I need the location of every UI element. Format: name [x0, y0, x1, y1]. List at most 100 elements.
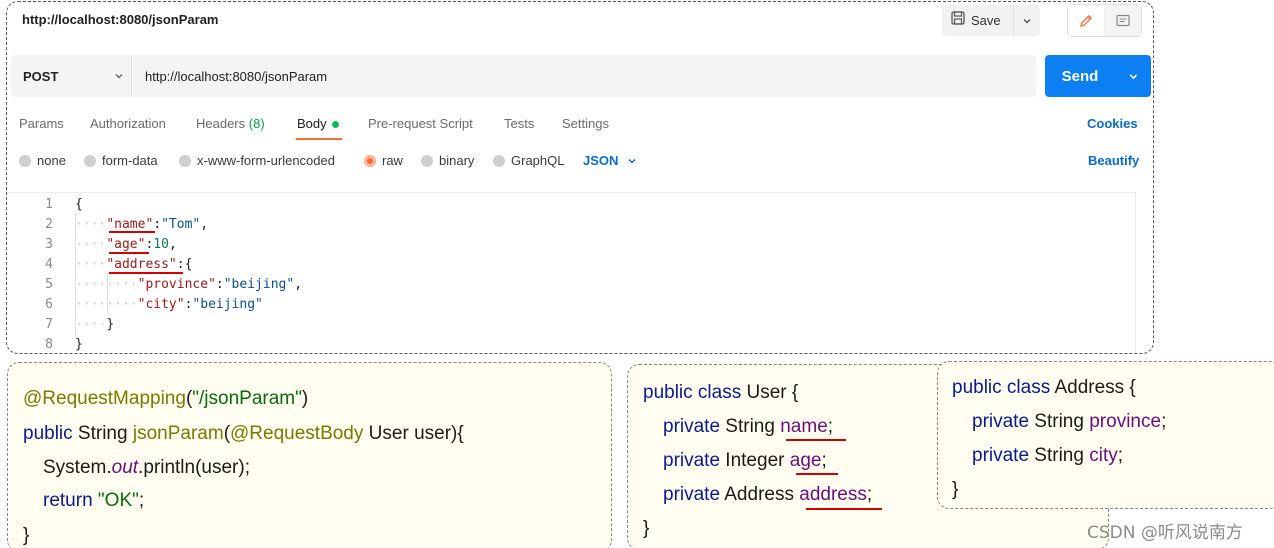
request-body-annotation: @RequestBody — [230, 423, 364, 444]
println-call: .println(user); — [138, 457, 250, 478]
headers-count-badge: (8) — [248, 116, 265, 131]
line-number: 4 — [45, 257, 53, 272]
class-name: Address { — [1050, 377, 1136, 398]
code-line[interactable]: 6 ········"city":"beijing" — [7, 295, 1135, 315]
save-options-chevron-down-icon[interactable] — [1014, 16, 1040, 26]
json-string: "Tom" — [161, 217, 201, 232]
whitespace-dots: ···· — [75, 257, 107, 272]
url-input[interactable] — [133, 55, 1036, 97]
format-chevron-down-icon — [627, 156, 637, 166]
line-number: 2 — [45, 217, 53, 232]
semicolon: ; — [821, 450, 827, 471]
field-type: String — [1029, 445, 1090, 466]
body-type-urlencoded[interactable]: x-www-form-urlencoded — [179, 153, 335, 168]
line-code: ····} — [75, 315, 114, 335]
address-field-province: private String province; — [972, 410, 1166, 434]
paren: ) — [301, 388, 309, 409]
line-number: 5 — [45, 277, 53, 292]
json-number: 10 — [153, 237, 169, 252]
json-key: "age" — [106, 237, 146, 252]
json-key: "city" — [137, 297, 185, 312]
tab-tests[interactable]: Tests — [504, 116, 534, 131]
method-select[interactable]: POST — [11, 55, 132, 97]
send-options-chevron-down-icon[interactable] — [1115, 71, 1151, 82]
code-line[interactable]: 2 ····"name":"Tom", — [7, 215, 1135, 235]
tab-settings[interactable]: Settings — [562, 116, 609, 131]
body-type-raw[interactable]: raw — [364, 153, 403, 168]
request-title: http://localhost:8080/jsonParam — [22, 12, 219, 27]
highlight-underline-name-field — [786, 439, 846, 441]
code-line[interactable]: 1{ — [7, 195, 1135, 215]
user-field-name: private String name; — [663, 415, 833, 439]
punctuation: } — [75, 337, 83, 352]
editor-scrollbar[interactable] — [1135, 192, 1153, 353]
line-number: 1 — [45, 197, 53, 212]
body-type-binary-label: binary — [439, 153, 475, 168]
body-type-none[interactable]: none — [19, 153, 66, 168]
keyword: public class — [643, 382, 742, 403]
field-type: String — [720, 416, 781, 437]
address-class-panel: public class Address { private String pr… — [937, 361, 1274, 509]
radio-off-icon — [179, 154, 191, 167]
param-list: User user){ — [363, 423, 464, 444]
keyword: private — [663, 416, 721, 437]
field-type: Integer — [720, 450, 790, 471]
code-line[interactable]: 5 ········"province":"beijing", — [7, 275, 1135, 295]
keyword: private — [972, 445, 1030, 466]
tab-headers[interactable]: Headers (8) — [196, 116, 265, 131]
tab-params[interactable]: Params — [19, 116, 64, 131]
line-code: } — [75, 335, 83, 353]
body-format-select[interactable]: JSON — [583, 153, 637, 168]
save-label: Save — [971, 13, 1001, 28]
send-button[interactable]: Send — [1045, 68, 1115, 85]
edit-mode-pencil-icon[interactable] — [1068, 5, 1105, 36]
line-code: ····"address":{ — [75, 255, 192, 275]
body-format-label: JSON — [583, 153, 619, 168]
method-name: jsonParam — [132, 423, 224, 444]
radio-off-icon — [493, 154, 505, 167]
code-line[interactable]: 3 ····"age":10, — [7, 235, 1135, 255]
controller-line-4: return "OK"; — [43, 489, 144, 513]
request-mapping-annotation: @RequestMapping — [23, 388, 186, 409]
user-field-age: private Integer age; — [663, 449, 827, 473]
whitespace-dots: ···· — [75, 217, 107, 232]
json-body-editor[interactable]: 1{2 ····"name":"Tom", 3 ····"age":10, 4 ····"… — [7, 192, 1135, 353]
field-type: Address — [720, 484, 800, 505]
radio-off-icon — [84, 154, 96, 167]
radio-off-icon — [19, 154, 31, 167]
save-button-group: Save — [942, 5, 1040, 36]
semicolon: ; — [138, 490, 145, 511]
tab-body[interactable]: Body — [297, 116, 339, 131]
field-name: province — [1089, 411, 1162, 432]
code-line[interactable]: 8} — [7, 335, 1135, 353]
documentation-mode-comment-icon[interactable] — [1104, 5, 1141, 36]
semicolon: ; — [1117, 445, 1124, 466]
line-code: ········"province":"beijing", — [75, 275, 302, 295]
field-name: age — [789, 450, 822, 471]
body-type-binary[interactable]: binary — [421, 153, 474, 168]
field-name: city — [1089, 445, 1118, 466]
request-tabs: Params Authorization Headers (8) Body Pr… — [7, 112, 1153, 142]
line-code: ····"age":10, — [75, 235, 177, 255]
body-type-urlencoded-label: x-www-form-urlencoded — [197, 153, 335, 168]
method-chevron-down-icon — [107, 71, 131, 81]
tab-authorization[interactable]: Authorization — [90, 116, 166, 131]
keyword: public — [23, 423, 73, 444]
request-titlebar: http://localhost:8080/jsonParam Save — [7, 2, 1153, 44]
line-code: ········"city":"beijing" — [75, 295, 263, 315]
cookies-link[interactable]: Cookies — [1087, 116, 1138, 131]
beautify-link[interactable]: Beautify — [1088, 153, 1139, 168]
tab-prerequest-script[interactable]: Pre-request Script — [368, 116, 473, 131]
json-string: "beijing" — [223, 277, 295, 292]
highlight-underline-address-field — [806, 508, 882, 510]
whitespace-dots: ········ — [75, 277, 138, 292]
body-type-form-data[interactable]: form-data — [84, 153, 158, 168]
body-type-graphql[interactable]: GraphQL — [493, 153, 564, 168]
save-button[interactable]: Save — [942, 5, 1014, 36]
code-line[interactable]: 7 ····} — [7, 315, 1135, 335]
keyword: private — [972, 411, 1030, 432]
code-line[interactable]: 4 ····"address":{ — [7, 255, 1135, 275]
json-string: "beijing" — [192, 297, 263, 312]
keyword: return — [43, 490, 98, 511]
field-name: address — [799, 484, 867, 505]
